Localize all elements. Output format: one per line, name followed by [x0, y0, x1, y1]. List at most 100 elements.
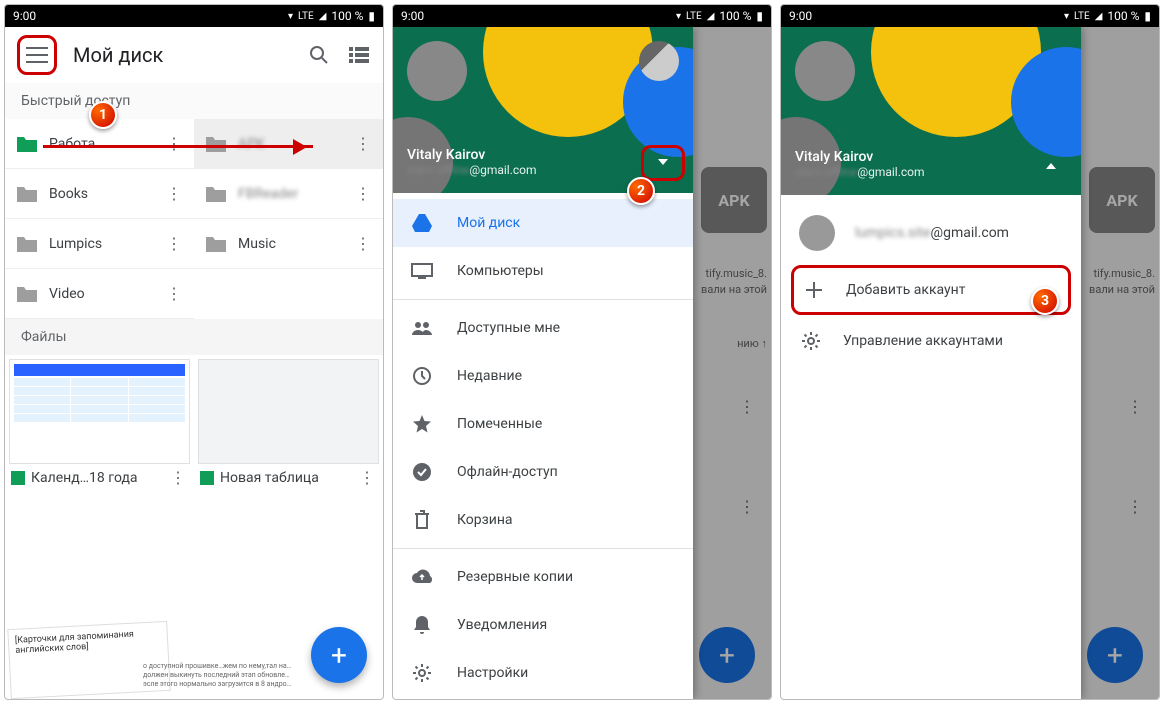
menu-button[interactable]	[17, 35, 57, 75]
swipe-arrow	[43, 145, 313, 148]
status-bar: 9:00 ▾ LTE ◢ 100 % ▮	[5, 5, 383, 27]
add-account-button[interactable]: Добавить аккаунт	[791, 265, 1071, 315]
account-email: slam.offline@gmail.com	[795, 165, 1031, 179]
folder-more-button[interactable]: ⋮	[164, 184, 184, 203]
file-more-button[interactable]: ⋮	[357, 468, 377, 487]
quick-access-label: Быстрый доступ	[5, 83, 383, 119]
lte-icon: LTE	[686, 11, 702, 22]
folder-more-button[interactable]: ⋮	[353, 134, 373, 153]
account-dropdown-toggle[interactable]	[641, 145, 685, 181]
clock-icon	[411, 365, 433, 387]
account-email: slam.offline@gmail.com	[407, 163, 643, 177]
folder-icon	[15, 284, 39, 304]
drawer-header: Vitaly Kairov slam.offline@gmail.com	[781, 27, 1081, 195]
menu-settings[interactable]: Настройки	[393, 649, 693, 697]
step-marker-2: 2	[627, 177, 655, 205]
menu-trash[interactable]: Корзина	[393, 496, 693, 544]
signal-icon: ◢	[319, 11, 327, 22]
menu-recent[interactable]: Недавние	[393, 352, 693, 400]
avatar-icon	[799, 215, 835, 251]
status-time: 9:00	[789, 9, 812, 23]
battery-icon: ▮	[756, 9, 763, 23]
cloud-icon	[411, 566, 433, 588]
menu-offline[interactable]: Офлайн-доступ	[393, 448, 693, 496]
gear-icon	[411, 662, 433, 684]
folder-item[interactable]: Music ⋮	[194, 219, 383, 269]
avatar[interactable]	[407, 41, 467, 101]
sheets-icon	[200, 471, 214, 485]
computer-icon	[411, 260, 433, 282]
file-item[interactable]: Новая таблица ⋮	[194, 355, 383, 495]
account-name: Vitaly Kairov	[795, 149, 1031, 165]
nav-drawer: Vitaly Kairov slam.offline@gmail.com lum…	[781, 27, 1081, 699]
lte-icon: LTE	[298, 11, 314, 22]
folder-item[interactable]: Lumpics ⋮	[5, 219, 194, 269]
menu-my-drive[interactable]: Мой диск	[393, 199, 693, 247]
status-bar: 9:00 ▾ LTE ◢ 100 % ▮	[393, 5, 771, 27]
file-item[interactable]: Календ…18 года ⋮	[5, 355, 194, 495]
file-thumbnail	[9, 359, 190, 464]
chevron-down-icon	[658, 159, 668, 170]
folder-more-button[interactable]: ⋮	[164, 234, 184, 253]
manage-accounts-button[interactable]: Управление аккаунтами	[781, 315, 1081, 367]
folder-grid: Работа ⋮ APK ⋮ Books ⋮ FBReader ⋮ Lumpic…	[5, 119, 383, 319]
files-grid: Календ…18 года ⋮ Новая таблица ⋮	[5, 355, 383, 495]
account-name: Vitaly Kairov	[407, 147, 643, 163]
battery-icon: ▮	[1144, 9, 1151, 23]
gear-icon	[799, 329, 823, 353]
trash-icon	[411, 509, 433, 531]
folder-icon	[15, 134, 39, 154]
account-dropdown-toggle[interactable]	[1029, 147, 1073, 183]
file-thumbnail	[198, 359, 379, 464]
folder-more-button[interactable]: ⋮	[164, 134, 184, 153]
folder-icon	[204, 134, 228, 154]
bell-icon	[411, 614, 433, 636]
menu-shared[interactable]: Доступные мне	[393, 304, 693, 352]
plus-icon	[802, 278, 826, 302]
fab-add-button[interactable]: +	[311, 627, 367, 683]
file-more-button[interactable]: ⋮	[168, 468, 188, 487]
star-icon	[411, 413, 433, 435]
chevron-up-icon	[1046, 158, 1056, 169]
menu-backups[interactable]: Резервные копии	[393, 553, 693, 601]
battery-icon: ▮	[368, 9, 375, 23]
folder-item[interactable]: APK ⋮	[194, 119, 383, 169]
folder-more-button[interactable]: ⋮	[164, 284, 184, 303]
battery-label: 100 %	[719, 9, 751, 23]
people-icon	[411, 317, 433, 339]
avatar[interactable]	[795, 41, 855, 101]
signal-icon: ◢	[1095, 11, 1103, 22]
files-label: Файлы	[5, 319, 383, 355]
status-time: 9:00	[401, 9, 424, 23]
folder-more-button[interactable]: ⋮	[353, 184, 373, 203]
drive-icon	[411, 212, 433, 234]
search-button[interactable]	[307, 43, 331, 67]
menu-notifications[interactable]: Уведомления	[393, 601, 693, 649]
folder-item[interactable]: Video ⋮	[5, 269, 194, 319]
folder-icon	[204, 234, 228, 254]
avatar-secondary[interactable]	[639, 41, 679, 81]
lte-icon: LTE	[1074, 11, 1090, 22]
folder-icon	[204, 184, 228, 204]
phone-screen-3: 9:00 ▾ LTE ◢ 100 % ▮ APK tify.music_8. в…	[780, 4, 1160, 700]
plus-icon: +	[331, 639, 347, 672]
folder-item[interactable]: FBReader ⋮	[194, 169, 383, 219]
folder-icon	[15, 184, 39, 204]
view-toggle-button[interactable]	[347, 43, 371, 67]
menu-starred[interactable]: Помеченные	[393, 400, 693, 448]
battery-label: 100 %	[331, 9, 363, 23]
status-bar: 9:00 ▾ LTE ◢ 100 % ▮	[781, 5, 1159, 27]
sheets-icon	[11, 471, 25, 485]
menu-computers[interactable]: Компьютеры	[393, 247, 693, 295]
signal-icon: ◢	[707, 11, 715, 22]
step-marker-3: 3	[1031, 287, 1059, 315]
wifi-icon: ▾	[1064, 11, 1069, 22]
account-entry[interactable]: lumpics.site@gmail.com	[781, 201, 1081, 265]
status-time: 9:00	[13, 9, 36, 23]
search-icon	[309, 45, 329, 65]
folder-item[interactable]: Books ⋮	[5, 169, 194, 219]
folder-more-button[interactable]: ⋮	[353, 234, 373, 253]
hamburger-icon	[26, 47, 48, 63]
battery-label: 100 %	[1107, 9, 1139, 23]
app-toolbar: Мой диск	[5, 27, 383, 83]
